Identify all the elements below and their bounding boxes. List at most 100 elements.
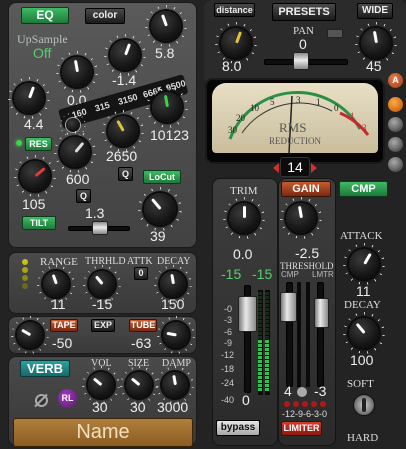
range-led-4	[22, 283, 28, 289]
attk-label: ATTK	[127, 256, 153, 267]
eq-button[interactable]: EQ	[21, 7, 69, 24]
presets-button[interactable]: PRESETS	[272, 3, 336, 21]
range-label: RANGE	[40, 256, 78, 268]
wide-button[interactable]: WIDE	[357, 3, 393, 19]
verb-button[interactable]: VERB	[20, 360, 70, 377]
vol-knob[interactable]	[88, 372, 114, 398]
cmp-button[interactable]: CMP	[339, 181, 388, 197]
locut-button[interactable]: LoCut	[143, 170, 181, 184]
bypass-button[interactable]: bypass	[216, 420, 260, 436]
lmtr-fader-handle[interactable]	[314, 298, 329, 328]
eq-knob-hm-gain[interactable]	[110, 40, 140, 70]
eq-knob-hf-freq[interactable]	[152, 92, 182, 122]
q-button-hm[interactable]: Q	[118, 167, 133, 181]
gain-scale-label: -3	[224, 315, 233, 325]
tilt-button[interactable]: TILT	[22, 216, 56, 230]
gr-led-3	[302, 401, 308, 407]
meter-segment	[265, 300, 269, 303]
range-knob[interactable]	[43, 271, 69, 297]
meter-segment	[265, 316, 269, 319]
slot-button-2[interactable]	[388, 117, 403, 132]
wide-knob[interactable]	[361, 28, 391, 58]
tube-value: -63	[131, 335, 152, 351]
eq-knob-lm-freq[interactable]	[60, 137, 90, 167]
trim-knob[interactable]	[229, 203, 259, 233]
attk-value-button[interactable]: 0	[134, 267, 148, 280]
mode-value-box[interactable]: 14	[280, 157, 310, 177]
gain-scale-label: -0	[224, 304, 233, 314]
meter-segment	[265, 372, 269, 375]
tape-value: -50	[52, 335, 73, 351]
gr-led-4	[311, 401, 317, 407]
meter-segment	[258, 316, 262, 319]
exp-button[interactable]: EXP	[91, 319, 115, 332]
q-button-lm[interactable]: Q	[76, 189, 91, 203]
rl-button[interactable]: RL	[58, 389, 77, 408]
tape-knob[interactable]	[17, 322, 43, 348]
tube-knob[interactable]	[163, 322, 189, 348]
slot-button-3[interactable]	[388, 137, 403, 152]
slot-button-4[interactable]	[388, 157, 403, 172]
decay-label-comp: DECAY	[344, 299, 381, 311]
slot-button-1[interactable]	[388, 97, 403, 112]
limiter-button[interactable]: LIMITER	[281, 421, 322, 436]
freq-selector-knob[interactable]	[66, 118, 80, 132]
eq-knob-high-gain[interactable]	[151, 11, 181, 41]
gr-led-5	[320, 401, 326, 407]
gain-button[interactable]: GAIN	[281, 181, 331, 197]
eq-knob-lm-gain[interactable]	[62, 57, 92, 87]
pan-value: 0	[299, 36, 307, 52]
gain-scale-label: -12	[221, 350, 235, 360]
vu-title: RMS	[279, 120, 307, 135]
hard-label: HARD	[347, 432, 379, 444]
decay-knob-dyn[interactable]	[160, 271, 186, 297]
tilt-slider-handle[interactable]	[92, 221, 108, 235]
link-icon[interactable]	[297, 387, 307, 397]
distance-button[interactable]: distance	[214, 3, 255, 17]
meter-segment	[265, 328, 269, 331]
vu-scale-label: 10	[250, 103, 259, 113]
gain-fader-handle[interactable]	[238, 296, 257, 332]
range-value: 11	[51, 296, 66, 312]
meter-segment	[258, 368, 262, 371]
size-knob[interactable]	[126, 372, 152, 398]
meter-segment	[265, 332, 269, 335]
eq-knob-locut[interactable]	[144, 193, 176, 225]
upsample-value[interactable]: Off	[33, 45, 51, 61]
mode-next-arrow[interactable]	[311, 163, 317, 173]
tape-button[interactable]: TAPE	[50, 319, 78, 332]
thrhld-knob[interactable]	[89, 271, 115, 297]
attack-knob[interactable]	[349, 249, 379, 279]
color-button[interactable]: color	[85, 8, 125, 24]
preset-name-field[interactable]: Name	[13, 418, 193, 447]
attack-label: ATTACK	[340, 230, 383, 242]
decay-value-comp: 100	[350, 352, 374, 368]
eq-value-locut: 39	[150, 228, 166, 244]
meter-segment	[258, 388, 262, 391]
a-button[interactable]: A	[388, 73, 403, 88]
pan-slider-handle[interactable]	[293, 52, 309, 70]
trim-label: TRIM	[230, 185, 258, 197]
tube-button[interactable]: TUBE	[129, 319, 157, 332]
decay-knob-comp[interactable]	[349, 318, 379, 348]
eq-value-lm-freq: 600	[66, 171, 90, 187]
gr-led-1	[284, 401, 290, 407]
tilt-value: 1.3	[85, 205, 105, 221]
meter-segment	[265, 360, 269, 363]
eq-knob-lf-freq[interactable]	[20, 161, 50, 191]
meter-segment	[265, 348, 269, 351]
threshold-knob[interactable]	[286, 203, 316, 233]
damp-knob[interactable]	[162, 372, 188, 398]
mode-prev-arrow[interactable]	[273, 163, 279, 173]
meter-segment	[258, 300, 262, 303]
vu-subtitle: REDUCTION	[269, 136, 321, 146]
gain-scale-label: -40	[221, 395, 235, 405]
distance-knob[interactable]	[221, 28, 251, 58]
eq-knob-low-gain[interactable]	[14, 83, 44, 113]
cmp-fader-handle[interactable]	[280, 292, 297, 322]
vu-meter-face: 30 20 10 5 3 1 0 1 3 RMS REDUCTION	[212, 83, 378, 153]
eq-knob-hm-freq[interactable]	[108, 116, 138, 146]
res-button[interactable]: RES	[25, 137, 52, 151]
threshold-value: -2.5	[295, 245, 320, 261]
soft-label: SOFT	[347, 378, 374, 390]
